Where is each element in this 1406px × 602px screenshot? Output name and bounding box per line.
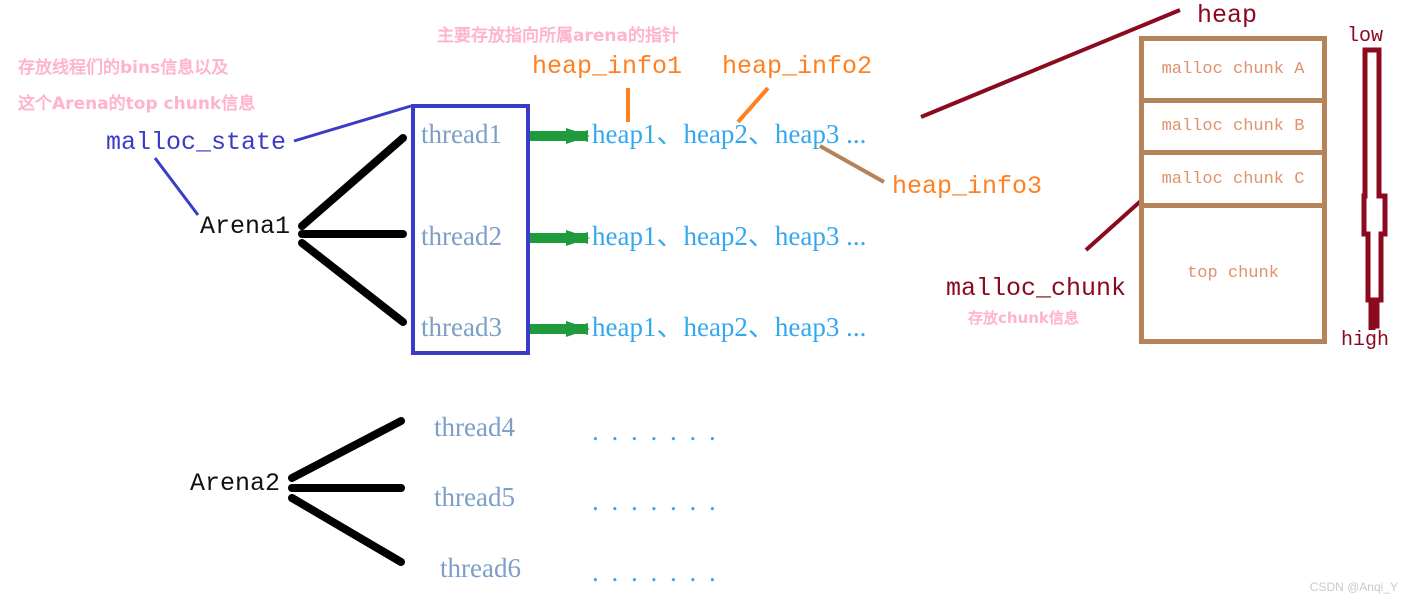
heap-info1-label: heap_info1: [532, 52, 683, 81]
malloc-state-note-line2: 这个Arena的top chunk信息: [18, 94, 256, 114]
heap-list-thread4-ellipsis: . . . . . . .: [592, 416, 719, 446]
malloc-chunk-note: 存放chunk信息: [968, 309, 1079, 327]
heap-list-thread6-ellipsis: . . . . . . .: [592, 557, 719, 587]
heap-info-note: 主要存放指向所属arena的指针: [437, 26, 679, 46]
watermark: CSDN @Anqi_Y: [1309, 580, 1398, 594]
heap-info3-leader: [819, 144, 885, 184]
heap-info2-leader: [736, 86, 770, 124]
heap-title-label: heap: [1197, 1, 1258, 30]
malloc-state-note-line1: 存放线程们的bins信息以及: [18, 58, 229, 78]
arena1-branch-thread1: [298, 134, 407, 230]
arena2-label: Arena2: [190, 469, 281, 498]
thread1-to-heaplist-arrow: [530, 128, 590, 144]
thread-label-thread4[interactable]: thread4: [434, 414, 515, 441]
heap-list-thread2: heap1、heap2、heap3 ...: [592, 221, 867, 251]
thread2-to-heaplist-arrow: [530, 230, 590, 246]
heap-cell-chunk-b: malloc chunk B: [1161, 117, 1305, 136]
heap-region-box: malloc chunk A malloc chunk B malloc chu…: [1139, 36, 1327, 344]
heap-cell-chunk-a: malloc chunk A: [1161, 60, 1305, 79]
address-low-label: low: [1347, 25, 1384, 48]
arena2-branch-thread6: [288, 494, 405, 566]
heap-cell-chunk-c: malloc chunk C: [1161, 169, 1305, 189]
heap-cell-top-chunk: top chunk: [1187, 264, 1279, 283]
arena2-branch-thread4: [288, 417, 405, 482]
arena1-label: Arena1: [200, 212, 291, 241]
malloc-state-to-arena1-line: [153, 157, 200, 216]
heap-info3-label: heap_info3: [892, 172, 1043, 201]
thread-label-thread1[interactable]: thread1: [421, 121, 502, 148]
address-high-label: high: [1341, 329, 1390, 352]
malloc-state-label: malloc_state: [106, 128, 287, 157]
malloc-state-to-threadbox-line: [293, 104, 412, 143]
arena1-branch-thread3: [298, 239, 407, 326]
heap-list-thread5-ellipsis: . . . . . . .: [592, 486, 719, 516]
heap-info2-label: heap_info2: [722, 52, 873, 81]
thread-label-thread2[interactable]: thread2: [421, 223, 502, 250]
thread-label-thread6[interactable]: thread6: [440, 555, 521, 582]
malloc-chunk-label: malloc_chunk: [946, 274, 1127, 303]
thread-label-thread5[interactable]: thread5: [434, 484, 515, 511]
heap-list-thread3: heap1、heap2、heap3 ...: [592, 312, 867, 342]
address-direction-arrow: [1361, 47, 1388, 330]
diagram-canvas: 存放线程们的bins信息以及 这个Arena的top chunk信息 主要存放指…: [0, 0, 1406, 602]
thread3-to-heaplist-arrow: [530, 321, 590, 337]
thread-label-thread3[interactable]: thread3: [421, 314, 502, 341]
heap-list-thread1: heap1、heap2、heap3 ...: [592, 119, 867, 149]
